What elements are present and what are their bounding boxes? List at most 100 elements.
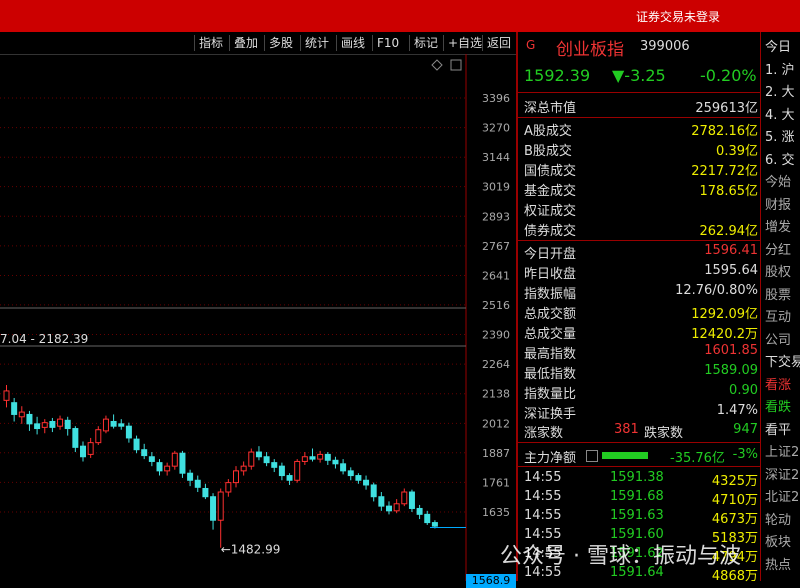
candle-body: [431, 522, 438, 527]
candle-body: [408, 491, 415, 509]
top-bar: 证券交易未登录: [0, 0, 800, 32]
down-count-label: 跌家数: [644, 426, 684, 441]
side-link[interactable]: 公司: [765, 329, 791, 348]
candle-body: [164, 465, 171, 472]
side-link[interactable]: 看平: [765, 419, 791, 438]
candle-body: [233, 470, 239, 484]
turnover-row: B股成交 0.39亿: [518, 139, 762, 159]
overlay-button[interactable]: 叠加: [229, 35, 262, 51]
candle-body: [347, 470, 354, 477]
candle-body: [225, 482, 232, 493]
index-stat-row: 总成交量 12420.2万: [518, 322, 762, 342]
netflow-grid-icon[interactable]: [586, 450, 598, 462]
back-button[interactable]: 返回: [482, 35, 515, 51]
side-link[interactable]: 看跌: [765, 396, 791, 415]
stat-label: 昨日收盘: [524, 267, 577, 282]
side-link[interactable]: 今日: [765, 36, 791, 55]
side-link[interactable]: 下交易: [765, 351, 800, 370]
side-link[interactable]: 2. 大: [765, 81, 795, 100]
stat-value: 178.65亿: [699, 184, 759, 199]
candle-body: [148, 456, 155, 462]
square-icon: [450, 59, 462, 71]
side-link[interactable]: 看涨: [765, 374, 791, 393]
price-tick: 3396: [482, 92, 510, 105]
candle-body: [179, 452, 186, 474]
index-code: 399006: [640, 39, 690, 54]
indicator-button[interactable]: 指标: [194, 35, 227, 51]
tick-row: 14:55 1591.38 4325万: [518, 470, 762, 490]
candle-body: [294, 460, 301, 481]
divider: [518, 442, 762, 443]
index-stat-row: 指数振幅 12.76/0.80%: [518, 282, 762, 302]
candle-body: [401, 491, 408, 505]
stat-label: 总成交额: [524, 307, 577, 322]
side-link[interactable]: 6. 交: [765, 149, 795, 168]
candle-body: [34, 423, 41, 430]
f10-button[interactable]: F10: [372, 35, 403, 51]
stat-value: 12.76/0.80%: [675, 283, 758, 298]
stat-label: 深证换手: [524, 407, 577, 422]
kline-chart[interactable]: 3396 3270 3144 3019 2893 2767 2641 2516 2390 2264…: [0, 54, 516, 588]
candle-body: [263, 456, 270, 464]
candle-body: [386, 505, 392, 512]
stat-value: 262.94亿: [699, 224, 759, 239]
side-link[interactable]: 股票: [765, 284, 791, 303]
multi-stock-button[interactable]: 多股: [264, 35, 297, 51]
candle-body: [286, 475, 293, 481]
side-link[interactable]: 互动: [765, 306, 791, 325]
tick-time: 14:55: [524, 470, 562, 485]
kline-svg[interactable]: 3396 3270 3144 3019 2893 2767 2641 2516 2390 2264…: [0, 54, 516, 581]
stat-value: 1595.64: [704, 263, 758, 278]
tick-time: 14:55: [524, 508, 562, 523]
candle-body: [202, 487, 209, 498]
draw-line-button[interactable]: 画线: [336, 35, 369, 51]
stat-label: 权证成交: [524, 204, 577, 219]
side-link[interactable]: 5. 涨: [765, 126, 795, 145]
side-link[interactable]: 轮动: [765, 509, 791, 528]
side-link[interactable]: 财报: [765, 194, 791, 213]
side-link[interactable]: 增发: [765, 216, 791, 235]
side-link[interactable]: 北证2: [765, 486, 799, 505]
candle-body: [49, 420, 56, 428]
candle-body: [248, 451, 255, 467]
side-link[interactable]: 4. 大: [765, 104, 795, 123]
candle-body: [64, 419, 71, 430]
tick-volume: 4325万: [711, 474, 758, 489]
stat-value: 1601.85: [704, 343, 758, 358]
candle-body: [18, 411, 25, 418]
chart-toolbar: 指标 叠加 多股 统计 画线 F10 标记 +自选 返回: [0, 32, 516, 55]
side-link[interactable]: 热点: [765, 554, 791, 573]
candle-body: [271, 462, 278, 468]
stat-value: 0.90: [729, 383, 758, 398]
mark-button[interactable]: 标记: [409, 35, 442, 51]
index-info-panel: G 创业板指 399006 1592.39 ▼-3.25 -0.20% 深总市值…: [516, 32, 762, 584]
side-link[interactable]: 分红: [765, 239, 791, 258]
stat-value: 2217.72亿: [691, 164, 758, 179]
side-link[interactable]: 上证2: [765, 441, 799, 460]
side-link[interactable]: 1. 沪: [765, 59, 795, 78]
stat-label: 债券成交: [524, 224, 577, 239]
candle-body: [393, 503, 400, 512]
price-tick: 2516: [482, 299, 510, 312]
price-tick: 3144: [482, 151, 510, 164]
stat-label: 基金成交: [524, 184, 577, 199]
netflow-row: 主力净额 -35.76亿 -3%: [518, 446, 762, 466]
tick-price: 1591.63: [610, 508, 664, 523]
turnover-row: 国债成交 2217.72亿: [518, 159, 762, 179]
candle-body: [3, 390, 10, 401]
up-count-label: 涨家数: [524, 426, 564, 441]
side-link[interactable]: 今始: [765, 171, 791, 190]
divider: [518, 466, 762, 467]
add-watchlist-button[interactable]: +自选: [443, 35, 486, 51]
login-status[interactable]: 证券交易未登录: [636, 8, 720, 25]
side-link[interactable]: 深证2: [765, 464, 799, 483]
index-stat-row: 今日开盘 1596.41: [518, 242, 762, 262]
candle-body: [309, 456, 316, 460]
side-link[interactable]: 板块: [765, 531, 791, 550]
stat-value: 1.47%: [716, 403, 758, 418]
index-pct: -0.20%: [700, 66, 757, 85]
candle-body: [80, 445, 86, 458]
market-cap-row: 深总市值 259613亿: [518, 96, 762, 116]
side-link[interactable]: 股权: [765, 261, 791, 280]
statistics-button[interactable]: 统计: [300, 35, 333, 51]
